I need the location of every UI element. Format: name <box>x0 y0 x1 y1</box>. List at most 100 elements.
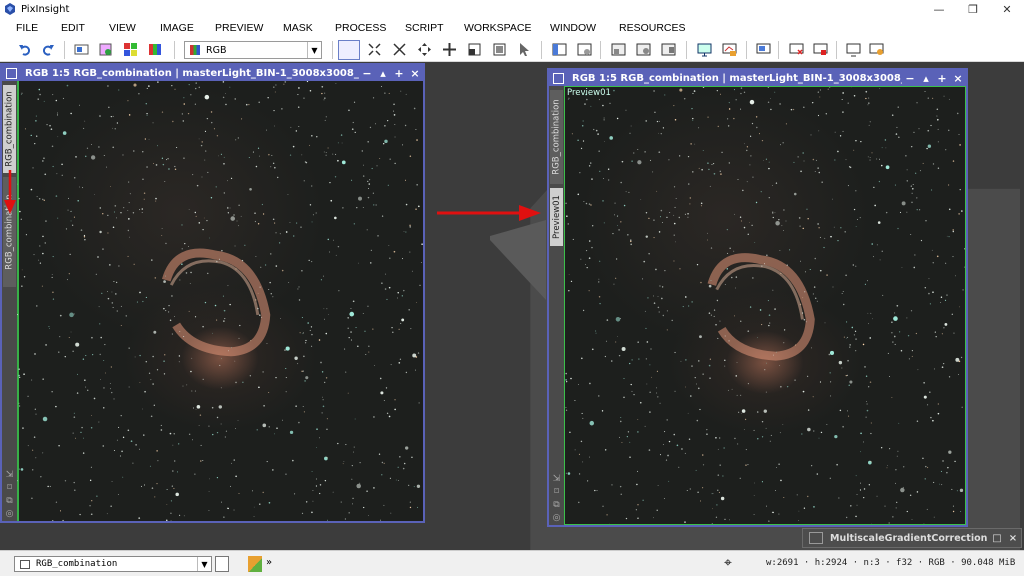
chevron-down-icon: ▼ <box>197 557 211 571</box>
zoom-fit-icon[interactable] <box>367 42 382 57</box>
panel-icon[interactable] <box>552 42 567 57</box>
annotation-arrow-down <box>4 170 16 214</box>
history-icon[interactable] <box>577 42 592 57</box>
image-window-title: RGB 1:5 RGB_combination | masterLight_BI… <box>25 67 359 79</box>
menu-script[interactable]: SCRIPT <box>405 22 444 34</box>
zoom-in-icon[interactable] <box>392 42 407 57</box>
mask-invert-icon[interactable] <box>661 42 676 57</box>
channel-select-combo[interactable]: RGB ▼ <box>184 41 322 59</box>
image-window-icon <box>6 67 17 79</box>
fit-frame-icon[interactable]: ⌑ <box>4 483 15 493</box>
stf-enable-icon[interactable] <box>756 42 771 57</box>
settings-icon[interactable]: ◎ <box>551 513 562 523</box>
auto-stretch-icon[interactable] <box>722 42 737 57</box>
view-side-tools: ⇲ ⌑ ⧉ ◎ <box>4 470 15 519</box>
maximize-window-button[interactable]: ❐ <box>956 0 990 18</box>
preview-label: Preview01 <box>567 88 611 98</box>
color-swatch-icon[interactable] <box>248 556 262 572</box>
chevron-down-icon: ▼ <box>307 42 321 58</box>
edit-preview-icon[interactable] <box>492 42 507 57</box>
menu-preview[interactable]: PREVIEW <box>215 22 263 34</box>
window-controls: — ❐ ✕ <box>922 0 1024 18</box>
tab-main-view[interactable]: RGB_combination <box>3 85 16 173</box>
view-select-value: RGB_combination <box>36 559 118 569</box>
image-window-title: RGB 1:5 RGB_combination | masterLight_BI… <box>572 72 902 84</box>
resize-corner-icon[interactable]: ⇲ <box>4 470 15 480</box>
app-titlebar: PixInsight — ❐ ✕ <box>0 0 1024 18</box>
minimize-window-button[interactable]: — <box>922 0 956 18</box>
more-tools-button[interactable]: » <box>266 557 272 568</box>
channel-combine-icon[interactable] <box>148 42 163 57</box>
channel-select-value: RGB <box>206 44 227 56</box>
display-options-icon[interactable] <box>869 42 884 57</box>
view-explorer-button[interactable] <box>215 556 229 572</box>
view-side-tools: ⇲ ⌑ ⧉ ◎ <box>551 474 562 523</box>
fit-frame-icon[interactable]: ⌑ <box>551 487 562 497</box>
menu-image[interactable]: IMAGE <box>160 22 194 34</box>
menu-mask[interactable]: MASK <box>283 22 313 34</box>
pointer-icon[interactable] <box>517 42 532 57</box>
shade-view-button[interactable]: ▴ <box>918 72 934 85</box>
center-view-icon[interactable] <box>442 42 457 57</box>
starfield-image <box>17 81 423 521</box>
view-selector-sidebar: RGB_combination RGB_combination ⇲ ⌑ ⧉ ◎ <box>2 81 17 521</box>
stf-reset-icon[interactable] <box>789 42 804 57</box>
app-title: PixInsight <box>21 3 70 15</box>
menu-view[interactable]: VIEW <box>109 22 136 34</box>
image-window-title-bar[interactable]: RGB 1:5 RGB_combination | masterLight_BI… <box>2 65 423 81</box>
channel-split-icon[interactable] <box>123 42 138 57</box>
tab-main-view[interactable]: RGB_combination <box>550 90 563 184</box>
image-canvas-left[interactable] <box>17 81 423 521</box>
menu-edit[interactable]: EDIT <box>61 22 85 34</box>
menu-process[interactable]: PROCESS <box>335 22 386 34</box>
minimize-view-button[interactable]: − <box>902 72 918 85</box>
restore-process-button[interactable]: □ <box>989 533 1005 544</box>
preview-frame <box>564 86 966 525</box>
pan-mode-icon[interactable] <box>417 42 432 57</box>
menu-workspace[interactable]: WORKSPACE <box>464 22 531 34</box>
undo-icon[interactable] <box>18 42 33 57</box>
menu-window[interactable]: WINDOW <box>550 22 596 34</box>
status-bar: RGB_combination ▼ » ⌖ w:2691 · h:2924 · … <box>0 550 1024 576</box>
link-icon[interactable]: ⧉ <box>4 496 15 506</box>
display-icon[interactable] <box>846 42 861 57</box>
image-window-left[interactable]: RGB 1:5 RGB_combination | masterLight_BI… <box>0 63 425 523</box>
link-icon[interactable]: ⧉ <box>551 500 562 510</box>
shade-view-button[interactable]: ▴ <box>375 67 391 80</box>
redo-icon[interactable] <box>40 42 55 57</box>
image-properties-icon[interactable] <box>74 42 89 57</box>
new-preview-icon[interactable] <box>467 42 482 57</box>
close-view-button[interactable]: × <box>950 72 966 85</box>
process-icon <box>809 532 823 544</box>
resize-corner-icon[interactable]: ⇲ <box>551 474 562 484</box>
stf-delete-icon[interactable] <box>813 42 828 57</box>
maximize-view-button[interactable]: + <box>934 72 950 85</box>
cursor-readout-icon: ⌖ <box>724 555 732 571</box>
main-toolbar: RGB ▼ <box>0 38 1024 62</box>
image-window-icon <box>553 72 564 84</box>
screen-transfer-icon[interactable] <box>697 42 712 57</box>
image-window-title-bar[interactable]: RGB 1:5 RGB_combination | masterLight_BI… <box>549 70 966 86</box>
maximize-view-button[interactable]: + <box>391 67 407 80</box>
new-image-icon[interactable] <box>98 42 113 57</box>
settings-icon[interactable]: ◎ <box>4 509 15 519</box>
view-selector-sidebar: RGB_combination Preview01 ⇲ ⌑ ⧉ ◎ <box>549 86 564 525</box>
menu-bar: FILE EDIT VIEW IMAGE PREVIEW MASK PROCES… <box>0 18 1024 38</box>
mask-enable-icon[interactable] <box>611 42 626 57</box>
menu-file[interactable]: FILE <box>16 22 38 34</box>
rgb-swatch-icon <box>190 45 200 55</box>
process-window-title: MultiscaleGradientCorrection <box>830 532 988 544</box>
close-window-button[interactable]: ✕ <box>990 0 1024 18</box>
mask-show-icon[interactable] <box>636 42 651 57</box>
view-select-combo[interactable]: RGB_combination ▼ <box>14 556 212 572</box>
pixinsight-logo-icon <box>5 3 15 15</box>
image-window-right[interactable]: RGB 1:5 RGB_combination | masterLight_BI… <box>547 68 968 527</box>
minimize-view-button[interactable]: − <box>359 67 375 80</box>
image-canvas-right[interactable]: Preview01 <box>564 86 966 525</box>
close-view-button[interactable]: × <box>407 67 423 80</box>
process-window-collapsed[interactable]: MultiscaleGradientCorrection □ × <box>802 528 1022 548</box>
close-process-button[interactable]: × <box>1005 533 1021 544</box>
view-icon <box>20 559 30 569</box>
tab-preview01[interactable]: Preview01 <box>550 188 563 246</box>
menu-resources[interactable]: RESOURCES <box>619 22 686 34</box>
